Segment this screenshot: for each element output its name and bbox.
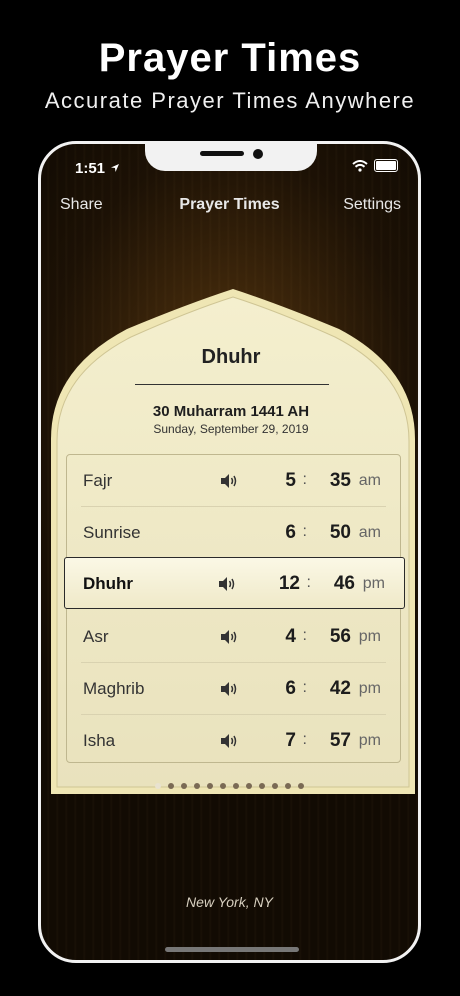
prayer-card: Dhuhr 30 Muharram 1441 AH Sunday, Septem… bbox=[47, 289, 415, 795]
prayer-row-fajr[interactable]: Fajr 5 : 35 am bbox=[67, 455, 400, 507]
prayer-minute: 35 bbox=[329, 470, 351, 491]
time-separator: : bbox=[302, 627, 307, 644]
time-separator: : bbox=[302, 523, 307, 540]
page-dot[interactable] bbox=[207, 783, 213, 789]
page-indicator[interactable] bbox=[41, 783, 418, 789]
status-time: 1:51 bbox=[75, 160, 120, 177]
prayer-row-dhuhr[interactable]: Dhuhr 12 : 46 pm bbox=[64, 557, 405, 609]
current-prayer-title: Dhuhr bbox=[201, 346, 261, 368]
prayer-row-asr[interactable]: Asr 4 : 56 pm bbox=[67, 611, 400, 663]
page-dot[interactable] bbox=[181, 783, 187, 789]
time-separator: : bbox=[302, 679, 307, 696]
page-dot[interactable] bbox=[272, 783, 278, 789]
wifi-icon bbox=[352, 159, 368, 172]
prayer-minute: 46 bbox=[333, 573, 355, 594]
prayer-hour: 5 bbox=[285, 470, 296, 491]
hijri-date: 30 Muharram 1441 AH bbox=[152, 403, 310, 420]
prayer-ampm: am bbox=[358, 524, 381, 541]
prayer-ampm: pm bbox=[362, 575, 385, 592]
speaker-icon[interactable] bbox=[217, 576, 237, 592]
prayer-ampm: pm bbox=[358, 680, 381, 697]
prayer-name: Asr bbox=[83, 627, 109, 646]
prayer-times-list: Fajr 5 : 35 am Sunrise 6 : 50 am Dhuhr 1… bbox=[64, 454, 405, 763]
page-dot[interactable] bbox=[155, 783, 161, 789]
prayer-hour: 7 bbox=[285, 730, 296, 751]
prayer-minute: 57 bbox=[329, 730, 351, 751]
prayer-row-isha[interactable]: Isha 7 : 57 pm bbox=[67, 715, 400, 767]
gregorian-date: Sunday, September 29, 2019 bbox=[153, 422, 309, 436]
prayer-minute: 56 bbox=[329, 626, 351, 647]
prayer-ampm: am bbox=[358, 472, 381, 489]
title-divider bbox=[135, 384, 329, 385]
prayer-name: Maghrib bbox=[83, 679, 145, 698]
prayer-name: Sunrise bbox=[83, 523, 141, 542]
speaker-icon[interactable] bbox=[219, 681, 239, 697]
promo-title: Prayer Times bbox=[98, 36, 362, 80]
share-button[interactable]: Share bbox=[60, 196, 103, 214]
prayer-row-sunrise[interactable]: Sunrise 6 : 50 am bbox=[67, 507, 400, 559]
page-dot[interactable] bbox=[259, 783, 265, 789]
phone-notch bbox=[145, 144, 317, 171]
prayer-minute: 50 bbox=[329, 522, 351, 543]
phone-screen: 1:51 Share Prayer Times Settings Dhuhr 3… bbox=[38, 141, 421, 963]
page-dot[interactable] bbox=[194, 783, 200, 789]
prayer-hour: 6 bbox=[285, 678, 296, 699]
speaker-icon[interactable] bbox=[219, 629, 239, 645]
location-label[interactable]: New York, NY bbox=[41, 894, 418, 910]
home-indicator[interactable] bbox=[165, 947, 299, 952]
speaker-icon[interactable] bbox=[219, 733, 239, 749]
prayer-hour: 4 bbox=[285, 626, 296, 647]
page-dot[interactable] bbox=[233, 783, 239, 789]
page-dot[interactable] bbox=[298, 783, 304, 789]
prayer-name: Fajr bbox=[83, 471, 113, 490]
page-dot[interactable] bbox=[285, 783, 291, 789]
prayer-minute: 42 bbox=[329, 678, 351, 699]
prayer-name: Isha bbox=[83, 731, 116, 750]
prayer-name: Dhuhr bbox=[83, 574, 134, 593]
time-separator: : bbox=[302, 731, 307, 748]
location-arrow-icon bbox=[111, 164, 120, 172]
prayer-hour: 6 bbox=[285, 522, 296, 543]
settings-button[interactable]: Settings bbox=[343, 196, 401, 214]
promo-subtitle: Accurate Prayer Times Anywhere bbox=[44, 88, 416, 113]
time-separator: : bbox=[302, 471, 307, 488]
page-dot[interactable] bbox=[246, 783, 252, 789]
page-dot[interactable] bbox=[168, 783, 174, 789]
prayer-ampm: pm bbox=[358, 628, 381, 645]
page-dot[interactable] bbox=[220, 783, 226, 789]
prayer-row-maghrib[interactable]: Maghrib 6 : 42 pm bbox=[67, 663, 400, 715]
time-separator: : bbox=[306, 574, 311, 591]
speaker-icon[interactable] bbox=[219, 473, 239, 489]
battery-icon bbox=[374, 159, 398, 172]
prayer-hour: 12 bbox=[278, 573, 300, 594]
prayer-ampm: pm bbox=[358, 732, 381, 749]
